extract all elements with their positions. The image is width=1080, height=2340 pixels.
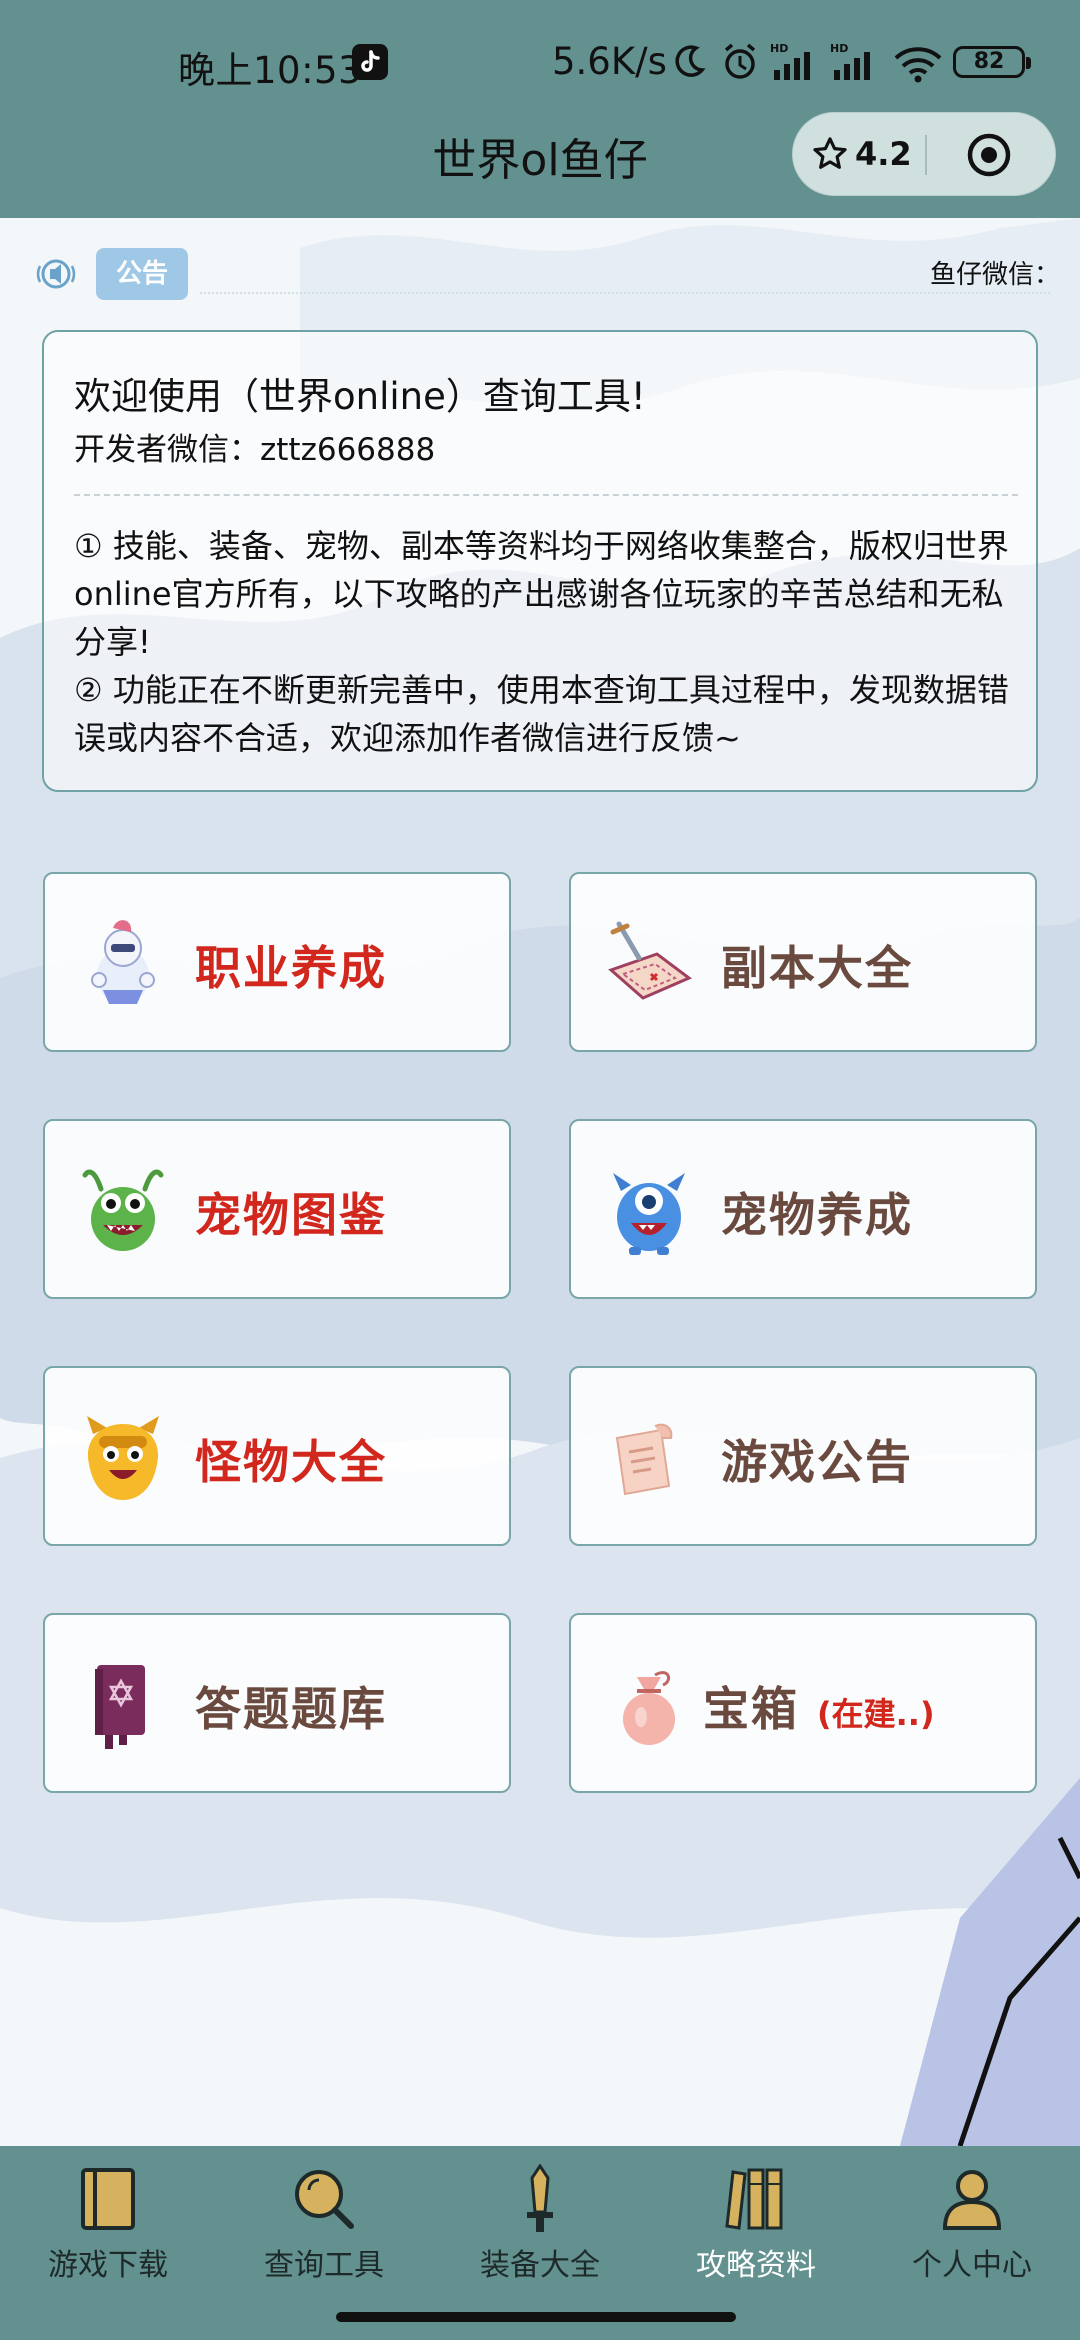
menu-tile-quiz-bank[interactable]: 答题题库 [43,1613,511,1793]
info-paragraph-2: ② 功能正在不断更新完善中，使用本查询工具过程中，发现数据错误或内容不合适，欢迎… [74,671,1009,757]
info-title: 欢迎使用（世界online）查询工具! [74,375,646,418]
menu-label: 职业养成 [195,941,387,995]
menu-tile-pet-encyclopedia[interactable]: 宠物图鉴 [43,1119,511,1299]
menu-tile-treasure-label: 宝箱 (在建..) [703,1673,935,1739]
book-icon [95,1665,145,1749]
announcement-speaker-icon [36,259,76,289]
treasure-map-icon [608,921,692,1000]
knight-icon [91,920,155,1004]
signal-icon-2: HD [830,42,870,80]
battery-indicator: 82 [953,46,1031,78]
rating-value: 4.2 [855,135,912,173]
menu-label: 宠物养成 [721,1188,913,1242]
menu-label: 游戏公告 [721,1435,913,1489]
menu-tile-dungeons[interactable]: 副本大全 [569,872,1037,1052]
menu-label: 宠物图鉴 [195,1188,387,1242]
nav-item-equipment[interactable]: 装备大全 [432,2164,648,2284]
menu-label: 副本大全 [721,941,913,995]
developer-wechat: 开发者微信：zttz666888 [74,432,436,468]
blue-monster-icon [613,1173,685,1255]
menu-tile-pet-development[interactable]: 宠物养成 [569,1119,1037,1299]
menu-tile-game-announcements[interactable]: 游戏公告 [569,1366,1037,1546]
menu-tile-class-development[interactable]: 职业养成 [43,872,511,1052]
home-indicator[interactable] [336,2312,736,2322]
top-bar: 晚上10:53 5.6K/s HD HD 82 世界ol鱼仔 4.2 [0,0,1080,218]
nav-label: 个人中心 [912,2248,1032,2283]
signal-icon-1: HD [770,42,810,80]
nav-item-game-download[interactable]: 游戏下载 [0,2164,216,2284]
close-target-icon[interactable] [965,131,1013,179]
network-speed: 5.6K/s [552,40,667,83]
tiktok-notification-icon [352,44,388,80]
status-time: 晚上10:53 [178,49,363,92]
bottom-nav: 游戏下载 查询工具 装备大全 攻略资料 个人中心 [0,2146,1080,2340]
nav-label: 游戏下载 [48,2248,168,2283]
scroll-icon [615,1423,673,1496]
mini-program-capsule[interactable]: 4.2 [792,112,1056,196]
yellow-monster-icon [87,1416,159,1500]
nav-label: 攻略资料 [696,2248,816,2283]
info-separator [74,494,1018,496]
nav-item-profile[interactable]: 个人中心 [864,2164,1080,2284]
menu-label: 宝箱 [703,1682,799,1736]
alarm-icon [724,43,756,79]
info-card: 欢迎使用（世界online）查询工具! 开发者微信：zttz666888 ① 技… [42,330,1038,792]
wifi-icon [894,47,942,83]
nav-item-guides[interactable]: 攻略资料 [648,2164,864,2284]
nav-item-search-tools[interactable]: 查询工具 [216,2164,432,2284]
library-icon [725,2168,783,2230]
menu-tile-monsters[interactable]: 怪物大全 [43,1366,511,1546]
nav-label: 查询工具 [264,2248,384,2283]
info-paragraph-1: ① 技能、装备、宠物、副本等资料均于网络收集整合，版权归世界online官方所有… [74,527,1009,661]
star-icon[interactable] [811,135,849,173]
svg-text:HD: HD [770,42,788,55]
capsule-divider [925,135,927,175]
menu-label: 怪物大全 [195,1435,387,1489]
nav-label: 装备大全 [480,2248,600,2283]
book-icon [81,2168,135,2230]
svg-text:HD: HD [830,42,848,55]
search-icon [295,2170,354,2229]
menu-tile-treasure-chest[interactable]: 宝箱 (在建..) [569,1613,1037,1793]
pouch-icon [623,1671,675,1745]
sword-icon [527,2164,553,2232]
green-monster-icon [82,1169,164,1251]
notice-divider [200,292,1050,294]
menu-label: 答题题库 [195,1682,387,1736]
moon-icon [675,45,706,77]
under-construction-note: (在建..) [817,1695,935,1733]
user-icon [942,2170,1002,2230]
notice-scrolling-text[interactable]: 鱼仔微信： [930,254,1060,291]
notice-tag: 公告 [96,248,188,300]
